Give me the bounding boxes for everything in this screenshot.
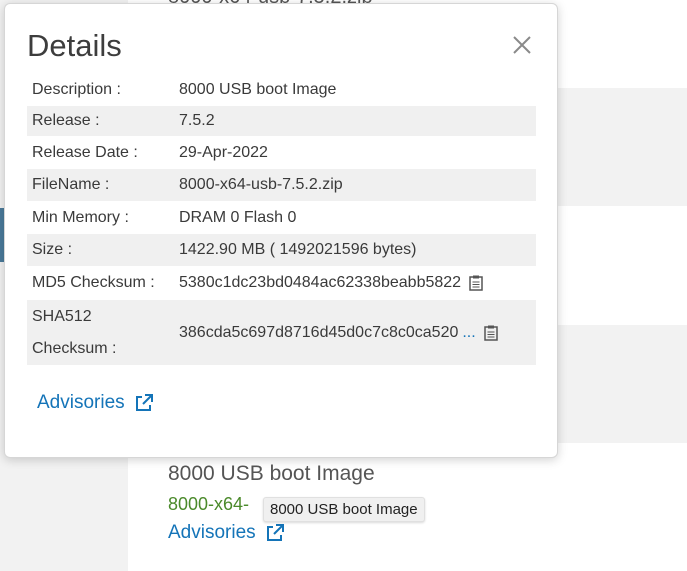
details-row-release-date: Release Date : 29-Apr-2022 [27,136,536,169]
clipboard-icon[interactable] [483,325,498,341]
row-value: 29-Apr-2022 [179,143,268,161]
details-dialog: Details Description : 8000 USB boot Imag… [4,3,558,458]
details-row-filename: FileName : 8000-x64-usb-7.5.2.zip [27,169,536,201]
expand-more-link[interactable]: ... [462,324,475,342]
row-label: Release : [32,112,100,129]
row-value: 1422.90 MB ( 1492021596 bytes) [179,241,417,258]
row-label: Release Date : [32,143,138,161]
background-advisories-link[interactable]: Advisories [168,522,284,544]
details-row-size: Size : 1422.90 MB ( 1492021596 bytes) [27,234,536,266]
row-value: 7.5.2 [179,112,215,129]
external-link-icon [135,394,153,411]
row-value: DRAM 0 Flash 0 [179,208,297,226]
row-label: Min Memory : [32,208,129,226]
row-label: MD5 Checksum : [32,274,155,291]
advisories-label: Advisories [168,522,256,543]
row-label-line1: SHA512 [32,307,92,325]
row-label: SHA512 Checksum : [27,301,179,365]
row-label-line2: Checksum : [32,339,117,357]
background-item-title: 8000 USB boot Image [168,462,375,485]
details-row-sha512: SHA512 Checksum : 386cda5c697d8716d45d0c… [27,300,536,365]
details-table: Description : 8000 USB boot Image Releas… [27,74,536,365]
close-icon[interactable] [508,31,536,59]
filename-tooltip: 8000 USB boot Image [263,497,425,522]
row-value: 386cda5c697d8716d45d0c7c8c0ca520 [179,323,459,341]
details-row-md5: MD5 Checksum : 5380c1dc23bd0484ac62338be… [27,266,536,300]
row-value-container: 5380c1dc23bd0484ac62338beabb5822 [179,274,536,292]
advisories-link[interactable]: Advisories [37,392,153,414]
details-row-min-memory: Min Memory : DRAM 0 Flash 0 [27,201,536,234]
row-value: 8000-x64-usb-7.5.2.zip [179,176,343,193]
row-value: 8000 USB boot Image [179,81,337,98]
dialog-title: Details [27,28,122,63]
row-label: FileName : [32,176,110,193]
row-label: Size : [32,241,73,258]
row-value: 5380c1dc23bd0484ac62338beabb5822 [179,274,462,291]
row-label: Description : [32,81,121,98]
background-item-filename[interactable]: 8000-x64- [168,494,249,515]
row-value-container: 386cda5c697d8716d45d0c7c8c0ca520 ... [179,324,536,342]
details-row-release: Release : 7.5.2 [27,106,536,136]
external-link-icon [266,524,284,541]
clipboard-icon[interactable] [469,275,483,291]
details-row-description: Description : 8000 USB boot Image [27,74,536,106]
advisories-label: Advisories [37,392,125,413]
